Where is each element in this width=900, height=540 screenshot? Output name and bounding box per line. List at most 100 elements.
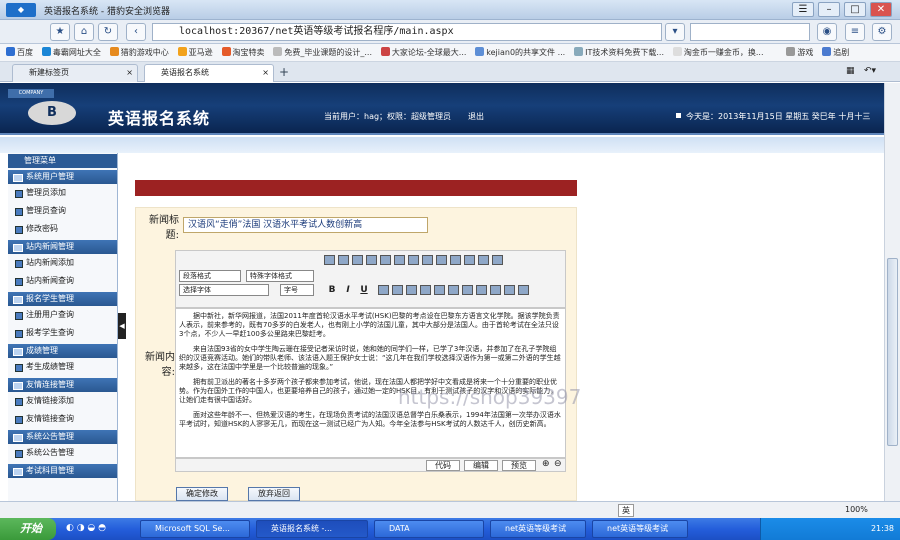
quick-launch-icons[interactable]: ◐ ◑ ◒ ◓ (66, 523, 106, 533)
sidebar-section-users[interactable]: 系统用户管理 (8, 170, 117, 184)
font-select[interactable]: 选择字体 (179, 284, 269, 296)
outdent-icon[interactable] (408, 255, 419, 265)
bookmark-item[interactable]: 淘金币一赚金币，换... (672, 44, 764, 61)
tab-english-system[interactable]: 英语报名系统 × (144, 64, 274, 82)
html-icon[interactable] (504, 285, 515, 295)
sidebar-section-links[interactable]: 友情连接管理 (8, 378, 117, 392)
bookmark-item[interactable]: 追剧 (822, 44, 849, 61)
sidebar-item-link-add[interactable]: 友情链接添加 (8, 392, 117, 410)
taskbar-task-sql[interactable]: Microsoft SQL Se... (140, 520, 250, 538)
search-input[interactable] (690, 23, 810, 41)
bookmark-item[interactable]: 猎豹游戏中心 (109, 44, 169, 61)
table-icon[interactable] (406, 285, 417, 295)
address-bar[interactable]: localhost:20367/net英语等级考试报名程序/main.aspx (152, 23, 662, 41)
menu-icon[interactable]: ≡ (845, 23, 865, 41)
page-scrollbar[interactable] (884, 83, 900, 501)
cut-icon[interactable] (450, 255, 461, 265)
paste-icon[interactable] (492, 255, 503, 265)
link-icon[interactable] (420, 285, 431, 295)
sidebar-item-notice-management[interactable]: 系统公告管理 (8, 444, 117, 462)
copy-icon[interactable] (464, 255, 475, 265)
sidebar-item-news-query[interactable]: 站内新闻查询 (8, 272, 117, 290)
sidebar-item-admin-query[interactable]: 管理员查询 (8, 202, 117, 220)
date-icon[interactable] (490, 285, 501, 295)
dropdown-arrow-icon[interactable]: ▾ (665, 23, 685, 41)
emoticon-icon[interactable] (462, 285, 473, 295)
ime-indicator[interactable]: 英 (618, 504, 634, 517)
sidebar-item-news-add[interactable]: 站内新闻添加 (8, 254, 117, 272)
bookmark-item[interactable]: 大家论坛-全球最大... (380, 44, 466, 61)
paragraph-format-select[interactable]: 段落格式 (179, 270, 241, 282)
skin-icon[interactable]: ☰ (792, 2, 814, 17)
sidebar-item-score-management[interactable]: 考生成绩管理 (8, 358, 117, 376)
zoom-out-icon[interactable]: ⊖ (554, 459, 562, 469)
undo-icon[interactable]: ↶▾ (864, 66, 876, 76)
sidebar-section-students[interactable]: 报名学生管理 (8, 292, 117, 306)
sidebar-item-admin-add[interactable]: 管理员添加 (8, 184, 117, 202)
sidebar-section-scores[interactable]: 成绩管理 (8, 344, 117, 358)
scrollbar-thumb[interactable] (887, 258, 898, 446)
unordered-list-icon[interactable] (380, 255, 391, 265)
indent-icon[interactable] (394, 255, 405, 265)
taskbar-task-project[interactable]: net英语等级考试 (592, 520, 688, 538)
redo-icon[interactable] (436, 255, 447, 265)
bookmark-item[interactable]: 亚马逊 (177, 44, 213, 61)
align-right-icon[interactable] (352, 255, 363, 265)
special-char-icon[interactable] (476, 285, 487, 295)
media-icon[interactable] (448, 285, 459, 295)
cancel-return-button[interactable]: 放弃返回 (248, 487, 300, 501)
bookmark-item[interactable]: 毒霸网址大全 (41, 44, 101, 61)
zoom-level[interactable]: 100% (845, 505, 868, 514)
start-button[interactable]: 开始 (0, 518, 56, 540)
bookmark-item[interactable]: 免费_毕业课题的设计_... (273, 44, 372, 61)
align-center-icon[interactable] (338, 255, 349, 265)
code-mode-button[interactable]: 代码 (426, 460, 460, 471)
close-tab-icon[interactable]: × (262, 65, 269, 81)
tab-grid-icon[interactable]: ▦ (846, 66, 855, 76)
minimize-button[interactable]: – (818, 2, 840, 17)
tab-new[interactable]: 新建标签页 × (12, 64, 138, 82)
sidebar-item-exam-students[interactable]: 报考学生查询 (8, 324, 117, 342)
news-title-input[interactable]: 汉语风“走俏”法国 汉语水平考试人数创新高 (183, 217, 428, 233)
confirm-edit-button[interactable]: 确定修改 (176, 487, 228, 501)
preview-mode-button[interactable]: 预览 (502, 460, 536, 471)
new-tab-icon[interactable]: + (279, 65, 289, 79)
edit-mode-button[interactable]: 编辑 (464, 460, 498, 471)
bookmark-item[interactable]: kejian0的共享文件 ... (475, 44, 565, 61)
settings-icon[interactable]: ⚙ (872, 23, 892, 41)
bold-button[interactable]: B (326, 284, 338, 296)
underline-button[interactable]: U (358, 284, 370, 296)
ordered-list-icon[interactable] (366, 255, 377, 265)
sidebar-section-subjects[interactable]: 考试科目管理 (8, 464, 117, 478)
bookmark-item[interactable]: IT技术资料免费下载... (574, 44, 664, 61)
sidebar-item-change-password[interactable]: 修改密码 (8, 220, 117, 238)
shield-icon[interactable]: ◉ (817, 23, 837, 41)
favorite-star-icon[interactable]: ★ (50, 23, 70, 41)
fullscreen-icon[interactable] (518, 285, 529, 295)
zoom-in-icon[interactable]: ⊕ (542, 459, 550, 469)
back-button[interactable]: ‹ (126, 23, 146, 41)
sidebar-section-notices[interactable]: 系统公告管理 (8, 430, 117, 444)
taskbar-task-data[interactable]: DATA (374, 520, 484, 538)
font-size-select[interactable]: 字号 (280, 284, 314, 296)
bookmark-item[interactable]: 百度 (6, 44, 33, 61)
align-left-icon[interactable] (324, 255, 335, 265)
taskbar-task-folder[interactable]: net英语等级考试 (490, 520, 586, 538)
taskbar-task-browser[interactable]: 英语报名系统 -... (256, 520, 368, 538)
home-icon[interactable]: ⌂ (74, 23, 94, 41)
maximize-button[interactable]: □ (844, 2, 866, 17)
logout-link[interactable]: 退出 (468, 111, 484, 122)
bookmark-item[interactable]: 游戏 (786, 44, 813, 61)
horizontal-rule-icon[interactable] (378, 285, 389, 295)
sidebar-item-registered-users[interactable]: 注册用户查询 (8, 306, 117, 324)
flash-icon[interactable] (434, 285, 445, 295)
bookmark-item[interactable]: 淘宝特卖 (221, 44, 265, 61)
undo-icon[interactable] (422, 255, 433, 265)
close-tab-icon[interactable]: × (126, 65, 133, 81)
sidebar-item-link-query[interactable]: 友情链接查询 (8, 410, 117, 428)
sidebar-section-news[interactable]: 站内新闻管理 (8, 240, 117, 254)
refresh-icon[interactable]: ↻ (98, 23, 118, 41)
find-icon[interactable] (478, 255, 489, 265)
special-font-select[interactable]: 特殊字体格式 (246, 270, 314, 282)
italic-button[interactable]: I (342, 284, 354, 296)
